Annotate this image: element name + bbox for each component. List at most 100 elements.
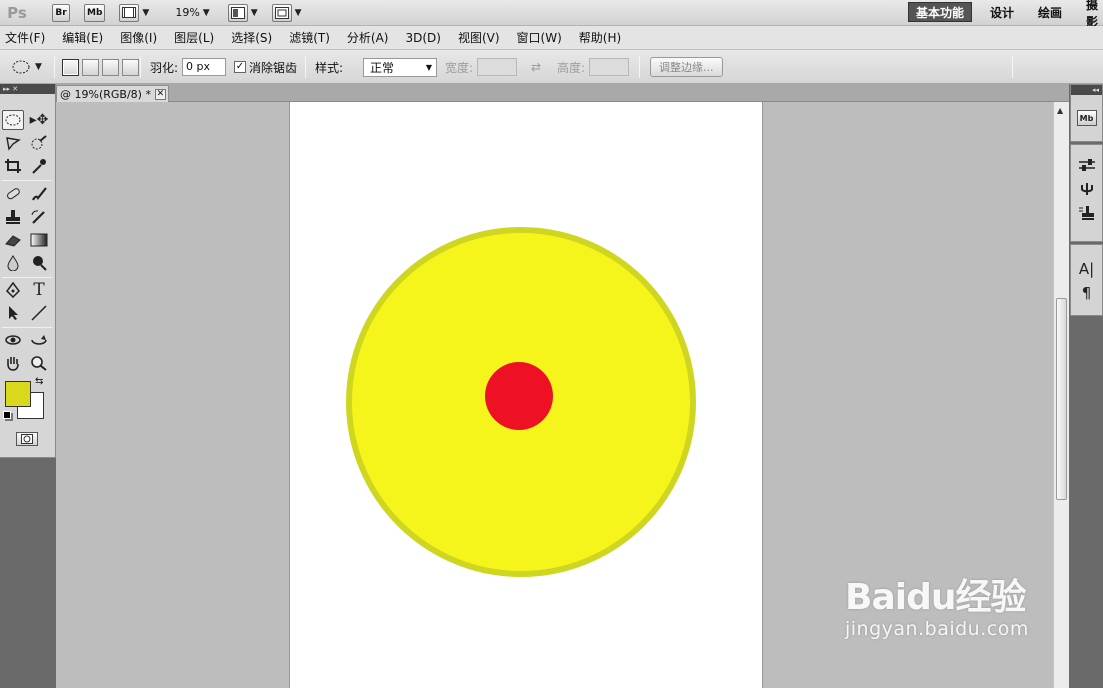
menu-edit[interactable]: 编辑(E) [57,29,111,46]
foreground-color-swatch[interactable] [5,381,31,407]
paragraph-panel-icon[interactable]: ¶ [1071,281,1102,305]
elliptical-marquee-icon [12,60,30,74]
elliptical-marquee-icon[interactable] [2,110,24,130]
add-to-selection-icon[interactable] [82,58,99,76]
lasso-icon[interactable] [2,133,24,153]
antialias-label: 消除锯齿 [249,60,298,75]
menu-view[interactable]: 视图(V) [453,29,508,46]
menu-window[interactable]: 窗口(W) [512,29,570,46]
mini-bridge-button[interactable]: Mb [84,3,106,22]
antialias-checkbox[interactable]: ✓ [234,61,246,73]
document-tab-title: @ 19%(RGB/8) * [60,87,151,101]
dodge-icon[interactable] [28,253,50,273]
swap-colors-icon[interactable]: ⇆ [35,376,43,387]
tools-panel-header[interactable]: ▸▸ ✕ [0,84,55,94]
watermark-logo: Baidu经验 [845,577,1026,618]
expand-panels-icon[interactable]: ◂◂ [1071,85,1102,95]
intersect-selection-icon[interactable] [122,58,139,76]
zoom-level[interactable]: 19% [175,6,199,19]
canvas-artwork [346,227,696,577]
watermark-url: jingyan.baidu.com [845,618,1029,640]
red-dot [485,362,553,430]
move-icon[interactable]: ▸✥ [28,110,50,130]
workspace-design[interactable]: 设计 [990,0,1014,25]
quick-mask-button[interactable] [16,432,38,446]
default-colors-icon[interactable] [3,411,11,419]
pen-icon[interactable] [2,280,24,300]
3d-orbit-icon[interactable] [28,330,50,350]
style-label: 样式: [315,60,344,75]
adjustments-icon[interactable] [1071,153,1102,177]
chevron-down-icon[interactable]: ▼ [251,8,258,18]
history-brush-icon[interactable] [28,207,50,227]
height-input[interactable] [589,58,630,76]
chevron-down-icon[interactable]: ▼ [203,8,210,18]
menu-image[interactable]: 图像(I) [115,29,165,46]
width-input[interactable] [477,58,518,76]
selection-mode-group [62,50,139,84]
feather-input[interactable]: 0 px [182,58,227,76]
quick-selection-icon[interactable] [28,133,50,153]
tools-panel: ▸▸ ✕ ▸✥ T ⇆ [0,84,56,458]
arrange-icon [230,6,245,19]
panel-group-minibridge: ◂◂ Mb [1070,84,1103,142]
gradient-icon[interactable] [28,230,50,250]
screen-mode-icon [274,6,289,19]
crop-icon[interactable] [2,156,24,176]
hand-icon[interactable] [2,353,24,373]
menu-file[interactable]: 文件(F) [0,29,53,46]
3d-rotate-icon[interactable] [2,330,24,350]
stamp-icon[interactable] [2,207,24,227]
menu-3d[interactable]: 3D(D) [400,31,448,45]
style-select[interactable]: 正常 ▼ [363,57,438,77]
view-extras-button[interactable] [119,3,140,22]
document-tab[interactable]: @ 19%(RGB/8) * ✕ [56,85,169,102]
options-bar: ▼ 羽化: 0 px ✓ 消除锯齿 样式: 正常 ▼ 宽度: ⇄ 高度: 调整边… [0,50,1103,84]
clone-source-icon[interactable] [1071,201,1102,225]
brush-icon[interactable] [28,184,50,204]
menu-bar: 文件(F) 编辑(E) 图像(I) 图层(L) 选择(S) 滤镜(T) 分析(A… [0,26,1103,50]
menu-select[interactable]: 选择(S) [226,29,280,46]
eraser-icon[interactable] [2,230,24,250]
width-label: 宽度: [445,60,474,75]
new-selection-icon[interactable] [62,58,79,76]
eyedropper-icon[interactable] [28,156,50,176]
chevron-down-icon: ▼ [35,62,42,72]
character-panel-icon[interactable]: A| [1071,257,1102,281]
vertical-scrollbar[interactable]: ▲ [1053,102,1069,688]
subtract-from-selection-icon[interactable] [102,58,119,76]
feather-group: 羽化: 0 px [150,50,227,84]
workspace-painting[interactable]: 绘画 [1038,0,1062,25]
blur-icon[interactable] [2,253,24,273]
menu-help[interactable]: 帮助(H) [574,29,629,46]
scroll-up-icon[interactable]: ▲ [1057,106,1063,115]
chevron-down-icon[interactable]: ▼ [295,8,302,18]
bridge-button[interactable]: Br [52,3,70,22]
masks-icon[interactable] [1071,177,1102,201]
zoom-icon[interactable] [28,353,50,373]
workspace-essentials[interactable]: 基本功能 [908,2,973,22]
line-icon[interactable] [28,303,50,323]
path-select-icon[interactable] [2,303,24,323]
type-icon[interactable]: T [28,280,50,300]
refine-edge-button[interactable]: 调整边缘... [650,57,723,77]
healing-brush-icon[interactable] [2,184,24,204]
mini-bridge-panel-button[interactable]: Mb [1071,95,1102,141]
swap-dimensions[interactable]: ⇄ [531,50,541,84]
antialias-group[interactable]: ✓ 消除锯齿 [234,50,297,84]
tool-preset-picker[interactable]: ▼ [10,50,42,84]
height-label: 高度: [557,60,586,75]
film-icon [122,7,137,18]
menu-analysis[interactable]: 分析(A) [342,29,397,46]
screen-mode-button[interactable] [271,3,292,22]
menu-layer[interactable]: 图层(L) [169,29,222,46]
close-icon[interactable]: ✕ [154,88,166,100]
menu-filter[interactable]: 滤镜(T) [284,29,338,46]
ps-logo: Ps [7,3,27,22]
scrollbar-thumb[interactable] [1056,298,1067,500]
chevron-down-icon[interactable]: ▼ [142,8,149,18]
width-group: 宽度: [445,50,518,84]
document-canvas[interactable] [290,102,762,688]
workspace-photography[interactable]: 摄影 [1086,0,1103,29]
arrange-documents-button[interactable] [227,3,248,22]
